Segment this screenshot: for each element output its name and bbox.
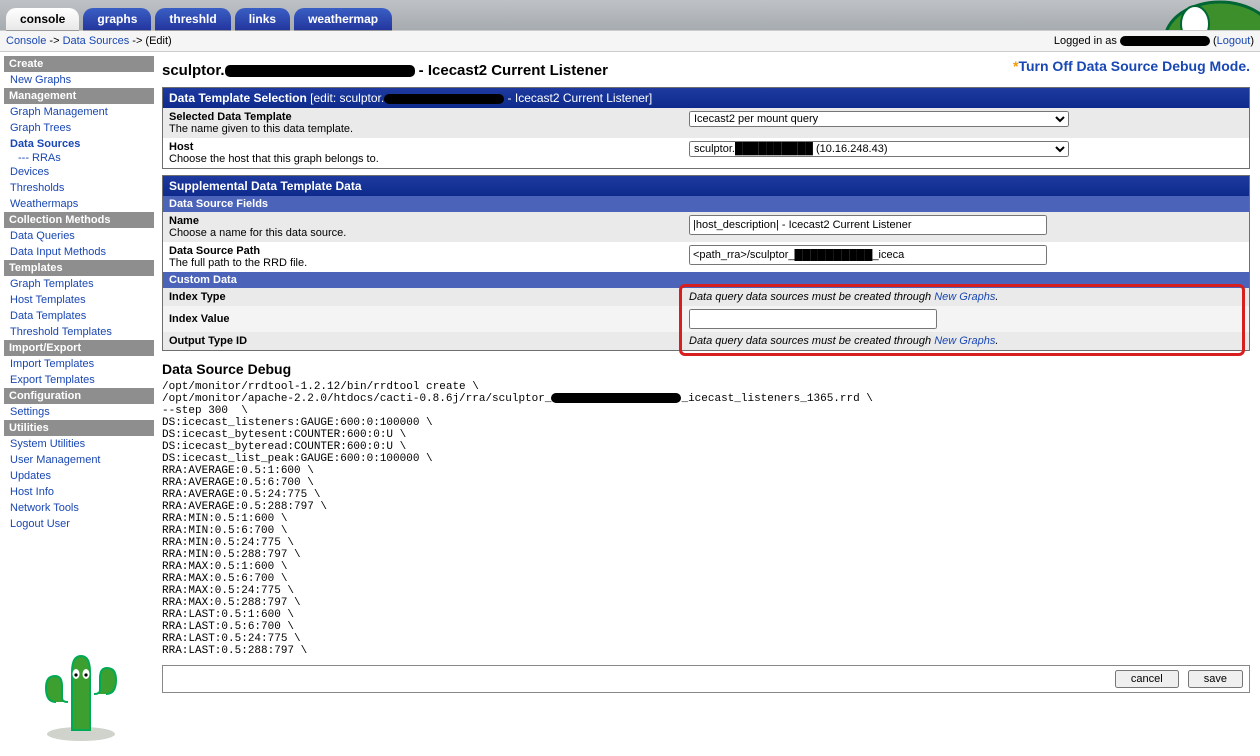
side-section: Utilities [4,420,154,436]
panel1-header: Data Template Selection [edit: sculptor.… [163,88,1249,108]
lbl-path: Data Source Path [169,245,689,257]
login-prefix: Logged in as [1054,35,1117,47]
sub-data-source-fields: Data Source Fields [163,196,1249,212]
sidebar-item-data-input-methods[interactable]: Data Input Methods [4,244,154,260]
input-name[interactable] [689,215,1047,235]
side-section: Import/Export [4,340,154,356]
mascot-decor [1140,0,1260,30]
side-section: Configuration [4,388,154,404]
crumb-console[interactable]: Console [6,35,46,47]
lbl-index-value: Index Value [169,313,689,325]
sidebar-item-graph-trees[interactable]: Graph Trees [4,120,154,136]
desc-name: Choose a name for this data source. [169,227,346,239]
top-tab-bar: consolegraphsthreshldlinksweathermap [0,0,1260,30]
button-row: cancel save [162,665,1250,693]
breadcrumb-row: Console -> Data Sources -> (Edit) Logged… [0,30,1260,52]
sidebar-item-host-templates[interactable]: Host Templates [4,292,154,308]
side-section: Management [4,88,154,104]
sidebar-item-import-templates[interactable]: Import Templates [4,356,154,372]
tab-console[interactable]: console [6,8,79,30]
side-section: Templates [4,260,154,276]
sidebar-item-new-graphs[interactable]: New Graphs [4,72,154,88]
lbl-selected-template: Selected Data Template [169,111,689,123]
sidebar-item-export-templates[interactable]: Export Templates [4,372,154,388]
sidebar-item-graph-templates[interactable]: Graph Templates [4,276,154,292]
lbl-output-type-id: Output Type ID [169,335,689,347]
debug-heading: Data Source Debug [162,361,1250,377]
desc-host: Choose the host that this graph belongs … [169,153,379,165]
desc-path: The full path to the RRD file. [169,257,307,269]
tab-graphs[interactable]: graphs [83,8,151,30]
logout-link[interactable]: Logout [1217,35,1251,47]
breadcrumb: Console -> Data Sources -> (Edit) [6,35,172,47]
main-content: *Turn Off Data Source Debug Mode. sculpt… [154,52,1260,733]
select-host[interactable]: sculptor.██████████ (10.16.248.43) [689,141,1069,157]
save-button[interactable]: save [1188,670,1243,688]
sidebar-item-system-utilities[interactable]: System Utilities [4,436,154,452]
input-path[interactable] [689,245,1047,265]
tab-weathermap[interactable]: weathermap [294,8,392,30]
cactus-mascot [36,632,126,745]
sub-custom-data: Custom Data [163,272,1249,288]
tab-links[interactable]: links [235,8,290,30]
debug-mode-banner[interactable]: *Turn Off Data Source Debug Mode. [1013,58,1250,74]
panel-data-template-selection: Data Template Selection [edit: sculptor.… [162,87,1250,169]
panel-supplemental: Supplemental Data Template Data Data Sou… [162,175,1250,351]
note-output-type: Data query data sources must be created … [689,335,998,347]
sidebar-item-updates[interactable]: Updates [4,468,154,484]
cancel-button[interactable]: cancel [1115,670,1179,688]
debug-output: /opt/monitor/rrdtool-1.2.12/bin/rrdtool … [162,381,1250,657]
side-section: Collection Methods [4,212,154,228]
crumb-edit: (Edit) [145,35,171,47]
link-new-graphs-1[interactable]: New Graphs [934,291,995,303]
panel2-header: Supplemental Data Template Data [163,176,1249,196]
sidebar-item-settings[interactable]: Settings [4,404,154,420]
redacted-user [1120,36,1210,46]
sidebar-item-host-info[interactable]: Host Info [4,484,154,500]
link-new-graphs-2[interactable]: New Graphs [934,335,995,347]
sidebar-item-graph-management[interactable]: Graph Management [4,104,154,120]
sidebar-item-data-templates[interactable]: Data Templates [4,308,154,324]
sidebar-item-threshold-templates[interactable]: Threshold Templates [4,324,154,340]
login-status: Logged in as (Logout) [1054,35,1254,47]
sidebar-item-logout-user[interactable]: Logout User [4,516,154,532]
sidebar: CreateNew GraphsManagementGraph Manageme… [0,52,154,536]
tab-threshld[interactable]: threshld [155,8,230,30]
sidebar-item-data-sources[interactable]: Data Sources [4,136,154,152]
sidebar-item-weathermaps[interactable]: Weathermaps [4,196,154,212]
sidebar-subitem[interactable]: --- RRAs [4,152,154,164]
lbl-host: Host [169,141,689,153]
desc-selected-template: The name given to this data template. [169,123,353,135]
sidebar-item-thresholds[interactable]: Thresholds [4,180,154,196]
input-index-value[interactable] [689,309,937,329]
note-index-type: Data query data sources must be created … [689,291,998,303]
side-section: Create [4,56,154,72]
select-data-template[interactable]: Icecast2 per mount query [689,111,1069,127]
sidebar-item-user-management[interactable]: User Management [4,452,154,468]
sidebar-item-data-queries[interactable]: Data Queries [4,228,154,244]
sidebar-item-network-tools[interactable]: Network Tools [4,500,154,516]
lbl-index-type: Index Type [169,291,689,303]
crumb-datasources[interactable]: Data Sources [63,35,130,47]
lbl-name: Name [169,215,689,227]
sidebar-item-devices[interactable]: Devices [4,164,154,180]
